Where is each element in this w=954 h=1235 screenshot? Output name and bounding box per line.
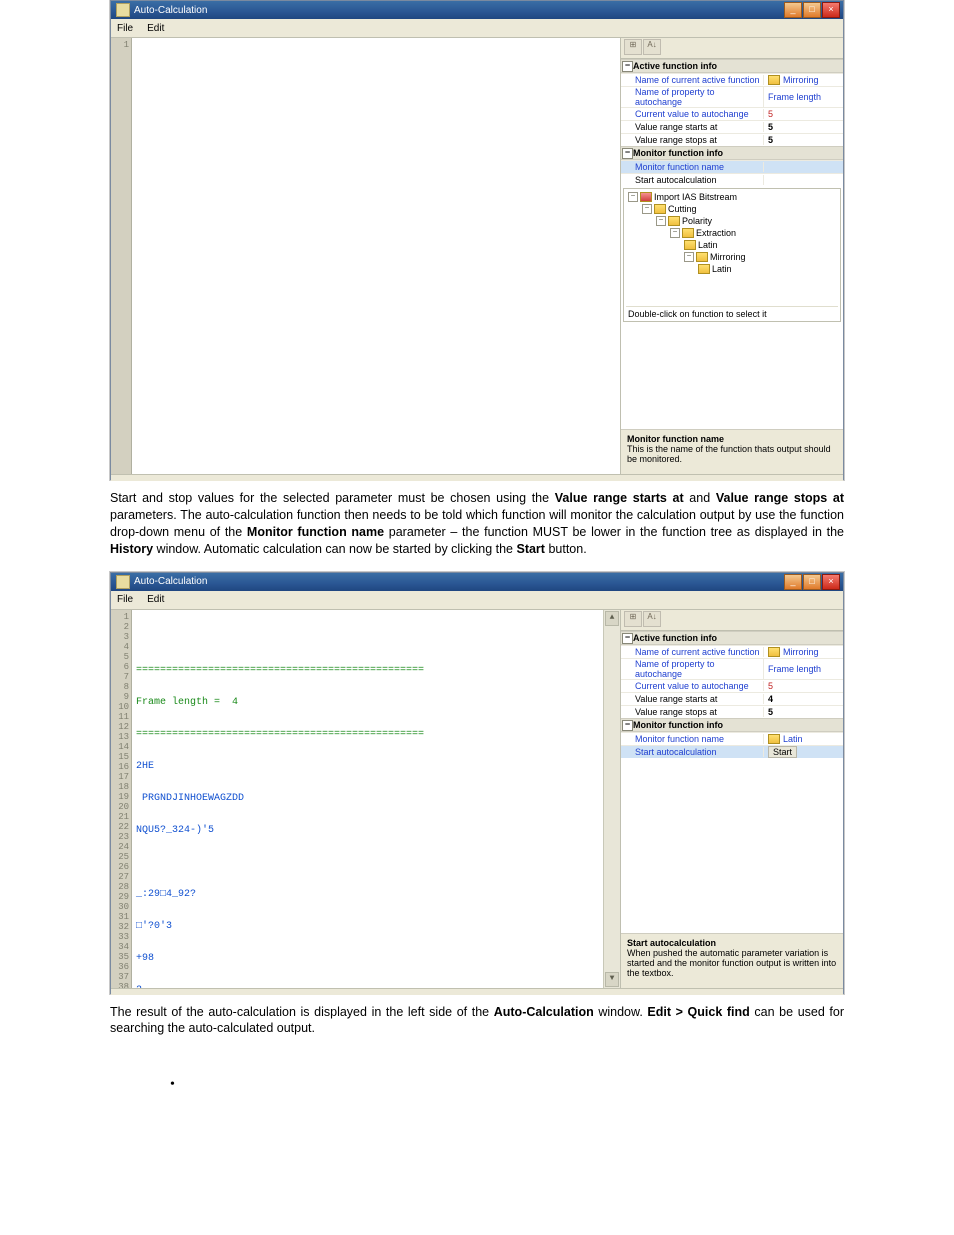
close-button[interactable]: × xyxy=(822,574,840,590)
menu-edit[interactable]: Edit xyxy=(147,23,164,34)
code-area[interactable]: ========================================… xyxy=(132,610,603,988)
prop-val-range-start[interactable]: 4 xyxy=(764,694,843,704)
prop-name-range-start: Value range starts at xyxy=(621,694,764,704)
autocalc-window-2: Auto-Calculation _ □ × File Edit 1234567… xyxy=(110,572,844,994)
prop-name-active-function: Name of current active function xyxy=(621,75,764,85)
prop-name-autochange-prop: Name of property to autochange xyxy=(621,659,764,679)
tree-hint: Double-click on function to select it xyxy=(626,306,838,319)
window-title: Auto-Calculation xyxy=(134,576,780,587)
statusbar xyxy=(111,988,843,995)
prop-val-active-function[interactable]: Mirroring xyxy=(764,647,843,657)
tree-toggle-icon[interactable]: − xyxy=(642,204,652,214)
prop-val-autochange-prop[interactable]: Frame length xyxy=(764,92,843,102)
prop-name-monitor-fn: Monitor function name xyxy=(621,734,764,744)
autocalc-window-1: Auto-Calculation _ □ × File Edit 1 ⊞ A↓ … xyxy=(110,0,844,480)
function-icon xyxy=(696,252,708,262)
prop-val-current-value[interactable]: 5 xyxy=(764,109,843,119)
menu-edit[interactable]: Edit xyxy=(147,594,164,605)
prop-name-range-start: Value range starts at xyxy=(621,122,764,132)
prop-val-start: Start xyxy=(764,746,843,758)
tree-toggle-icon[interactable]: − xyxy=(628,192,638,202)
menubar: File Edit xyxy=(111,591,843,610)
scroll-up-icon[interactable]: ▲ xyxy=(605,611,619,626)
sort-az-icon[interactable]: A↓ xyxy=(643,611,661,627)
maximize-button[interactable]: □ xyxy=(803,574,821,590)
prop-val-range-stop[interactable]: 5 xyxy=(764,707,843,717)
window-title: Auto-Calculation xyxy=(134,5,780,16)
minimize-button[interactable]: _ xyxy=(784,2,802,18)
function-icon xyxy=(654,204,666,214)
function-icon xyxy=(684,240,696,250)
prop-toolbar: ⊞ A↓ xyxy=(621,610,843,631)
menu-file[interactable]: File xyxy=(117,23,133,34)
code-area[interactable] xyxy=(132,38,620,474)
app-icon xyxy=(116,3,130,17)
prop-val-active-function[interactable]: Mirroring xyxy=(764,75,843,85)
prop-val-range-start[interactable]: 5 xyxy=(764,122,843,132)
prop-name-start: Start autocalculation xyxy=(621,175,764,185)
prop-val-range-stop[interactable]: 5 xyxy=(764,135,843,145)
editor-scrollbar[interactable]: ▲ ▼ xyxy=(603,610,620,988)
sort-az-icon[interactable]: A↓ xyxy=(643,39,661,55)
property-panel: ⊞ A↓ −Active function info Name of curre… xyxy=(621,38,843,474)
prop-val-autochange-prop[interactable]: Frame length xyxy=(764,664,843,674)
collapse-icon[interactable]: − xyxy=(622,148,633,159)
property-description: Monitor function name This is the name o… xyxy=(621,429,843,474)
tree-toggle-icon[interactable]: − xyxy=(656,216,666,226)
prop-name-autochange-prop: Name of property to autochange xyxy=(621,87,764,107)
property-panel: ⊞ A↓ −Active function info Name of curre… xyxy=(621,610,843,988)
titlebar[interactable]: Auto-Calculation _ □ × xyxy=(111,1,843,19)
property-grid: −Active function info Name of current ac… xyxy=(621,59,843,186)
categorize-icon[interactable]: ⊞ xyxy=(624,39,642,55)
collapse-icon[interactable]: − xyxy=(622,633,633,644)
prop-toolbar: ⊞ A↓ xyxy=(621,38,843,59)
function-icon xyxy=(768,647,780,657)
body-text-2: The result of the auto-calculation is di… xyxy=(110,1004,844,1038)
prop-name-current-value: Current value to autochange xyxy=(621,109,764,119)
tree-toggle-icon[interactable]: − xyxy=(670,228,680,238)
categorize-icon[interactable]: ⊞ xyxy=(624,611,642,627)
prop-name-monitor-fn: Monitor function name xyxy=(621,162,764,172)
collapse-icon[interactable]: − xyxy=(622,720,633,731)
collapse-icon[interactable]: − xyxy=(622,61,633,72)
function-tree-popup: −Import IAS Bitstream −Cutting −Polarity… xyxy=(623,188,841,322)
output-editor: 1234567891011121314151617181920212223242… xyxy=(111,610,621,988)
prop-name-range-stop: Value range stops at xyxy=(621,135,764,145)
start-button[interactable]: Start xyxy=(768,746,797,758)
prop-val-current-value[interactable]: 5 xyxy=(764,681,843,691)
titlebar[interactable]: Auto-Calculation _ □ × xyxy=(111,573,843,591)
body-text-1: Start and stop values for the selected p… xyxy=(110,490,844,558)
statusbar xyxy=(111,474,843,481)
function-icon xyxy=(698,264,710,274)
scroll-down-icon[interactable]: ▼ xyxy=(605,972,619,987)
prop-val-monitor-fn[interactable]: Latin xyxy=(764,734,843,744)
line-gutter: 1234567891011121314151617181920212223242… xyxy=(111,610,132,988)
output-editor: 1 xyxy=(111,38,621,474)
menubar: File Edit xyxy=(111,19,843,38)
prop-name-range-stop: Value range stops at xyxy=(621,707,764,717)
close-button[interactable]: × xyxy=(822,2,840,18)
function-icon xyxy=(682,228,694,238)
app-icon xyxy=(116,575,130,589)
property-grid: −Active function info Name of current ac… xyxy=(621,631,843,758)
property-description: Start autocalculation When pushed the au… xyxy=(621,933,843,988)
function-icon xyxy=(668,216,680,226)
function-icon xyxy=(640,192,652,202)
maximize-button[interactable]: □ xyxy=(803,2,821,18)
menu-file[interactable]: File xyxy=(117,594,133,605)
function-icon xyxy=(768,734,780,744)
line-gutter: 1 xyxy=(111,38,132,474)
prop-name-start: Start autocalculation xyxy=(621,747,764,757)
prop-name-current-value: Current value to autochange xyxy=(621,681,764,691)
minimize-button[interactable]: _ xyxy=(784,574,802,590)
function-icon xyxy=(768,75,780,85)
list-bullet: • xyxy=(170,1077,844,1093)
prop-name-active-function: Name of current active function xyxy=(621,647,764,657)
tree-toggle-icon[interactable]: − xyxy=(684,252,694,262)
